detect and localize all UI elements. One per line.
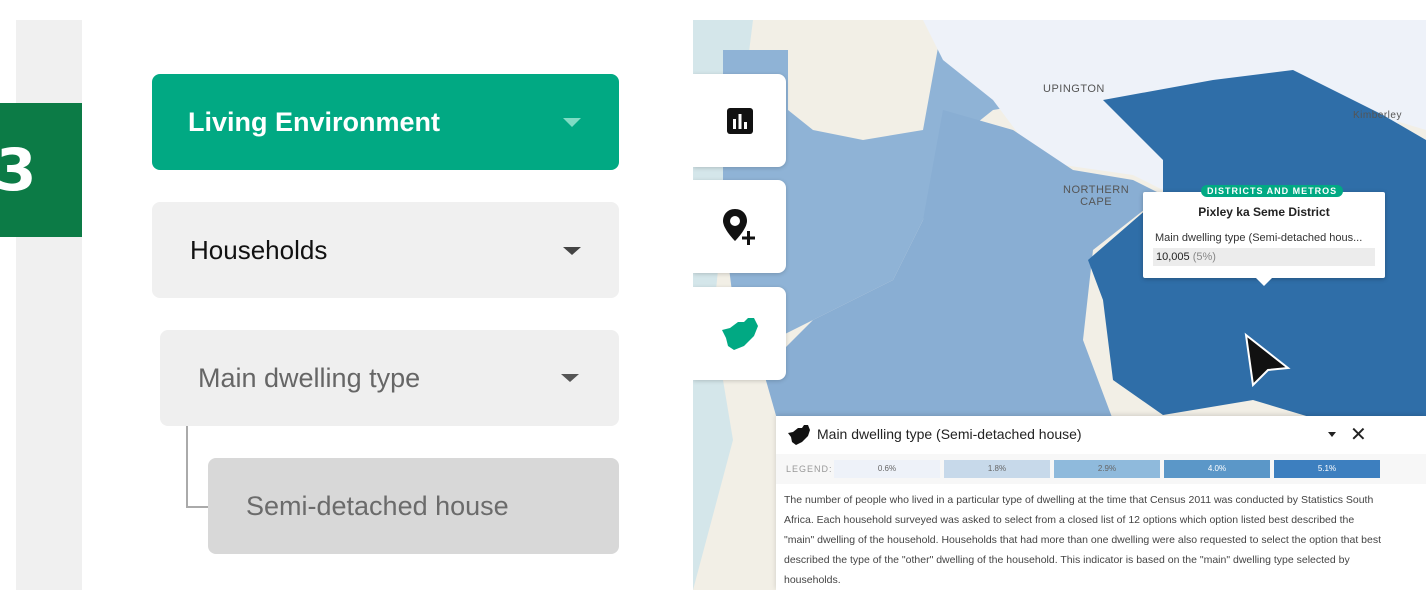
kimberley-label: Kimberley: [1353, 110, 1402, 121]
close-icon[interactable]: ✕: [1350, 422, 1367, 447]
legend-swatch: 5.1%: [1274, 460, 1380, 478]
legend-swatch: 2.9%: [1054, 460, 1160, 478]
legend-swatch: 1.8%: [944, 460, 1050, 478]
chart-tool-button[interactable]: [693, 74, 786, 167]
chart-icon: [726, 107, 753, 134]
northern-cape-label: NORTHERN CAPE: [1063, 184, 1130, 208]
tooltip-value: 10,005: [1156, 251, 1190, 263]
tooltip-indicator: Main dwelling type (Semi-detached hous..…: [1155, 232, 1363, 244]
panel-header: Main dwelling type (Semi-detached house)…: [776, 416, 1426, 454]
indicator-panel: Main dwelling type (Semi-detached house)…: [776, 416, 1426, 590]
tooltip-title: Pixley ka Seme District: [1198, 205, 1330, 219]
country-view-button[interactable]: [693, 287, 786, 380]
legend-swatch: 4.0%: [1164, 460, 1270, 478]
upington-label: UPINGTON: [1043, 83, 1105, 95]
tooltip-arrow: [1256, 278, 1272, 286]
add-location-icon: [722, 208, 755, 245]
chevron-down-icon: [563, 118, 581, 127]
chevron-down-icon: [561, 374, 579, 382]
legend-swatch: 0.6%: [834, 460, 940, 478]
step-badge: 3: [0, 103, 82, 237]
chevron-down-icon: [563, 247, 581, 255]
indicator-label: Main dwelling type: [198, 362, 421, 393]
panel-title: Main dwelling type (Semi-detached house): [817, 426, 1082, 442]
tooltip-percent: (5%): [1192, 251, 1216, 263]
south-africa-icon: [721, 317, 758, 350]
map-view[interactable]: UPINGTON NORTHERN CAPE Kimberley DISTRIC…: [693, 20, 1426, 590]
tree-connector: [186, 426, 210, 508]
tooltip-tag: DISTRICTS AND METROS: [1201, 185, 1344, 197]
legend-label: LEGEND:: [786, 464, 833, 474]
panel-description: The number of people who lived in a part…: [784, 494, 1382, 586]
subcategory-label: Households: [190, 234, 328, 265]
chevron-down-icon[interactable]: [1328, 432, 1336, 437]
subcategory-dropdown[interactable]: Households: [152, 202, 619, 298]
category-dropdown[interactable]: Living Environment: [152, 74, 619, 170]
value-option[interactable]: Semi-detached house: [208, 458, 619, 554]
category-label: Living Environment: [188, 106, 441, 137]
tooltip-value-row: 10,005 (5%): [1153, 248, 1375, 266]
south-africa-icon: [788, 425, 810, 445]
indicator-dropdown[interactable]: Main dwelling type: [160, 330, 619, 426]
district-tooltip: DISTRICTS AND METROS Pixley ka Seme Dist…: [1143, 185, 1385, 286]
value-label: Semi-detached house: [246, 490, 509, 521]
legend: LEGEND: 0.6% 1.8% 2.9% 4.0% 5.1%: [776, 454, 1426, 484]
add-location-button[interactable]: [693, 180, 786, 273]
